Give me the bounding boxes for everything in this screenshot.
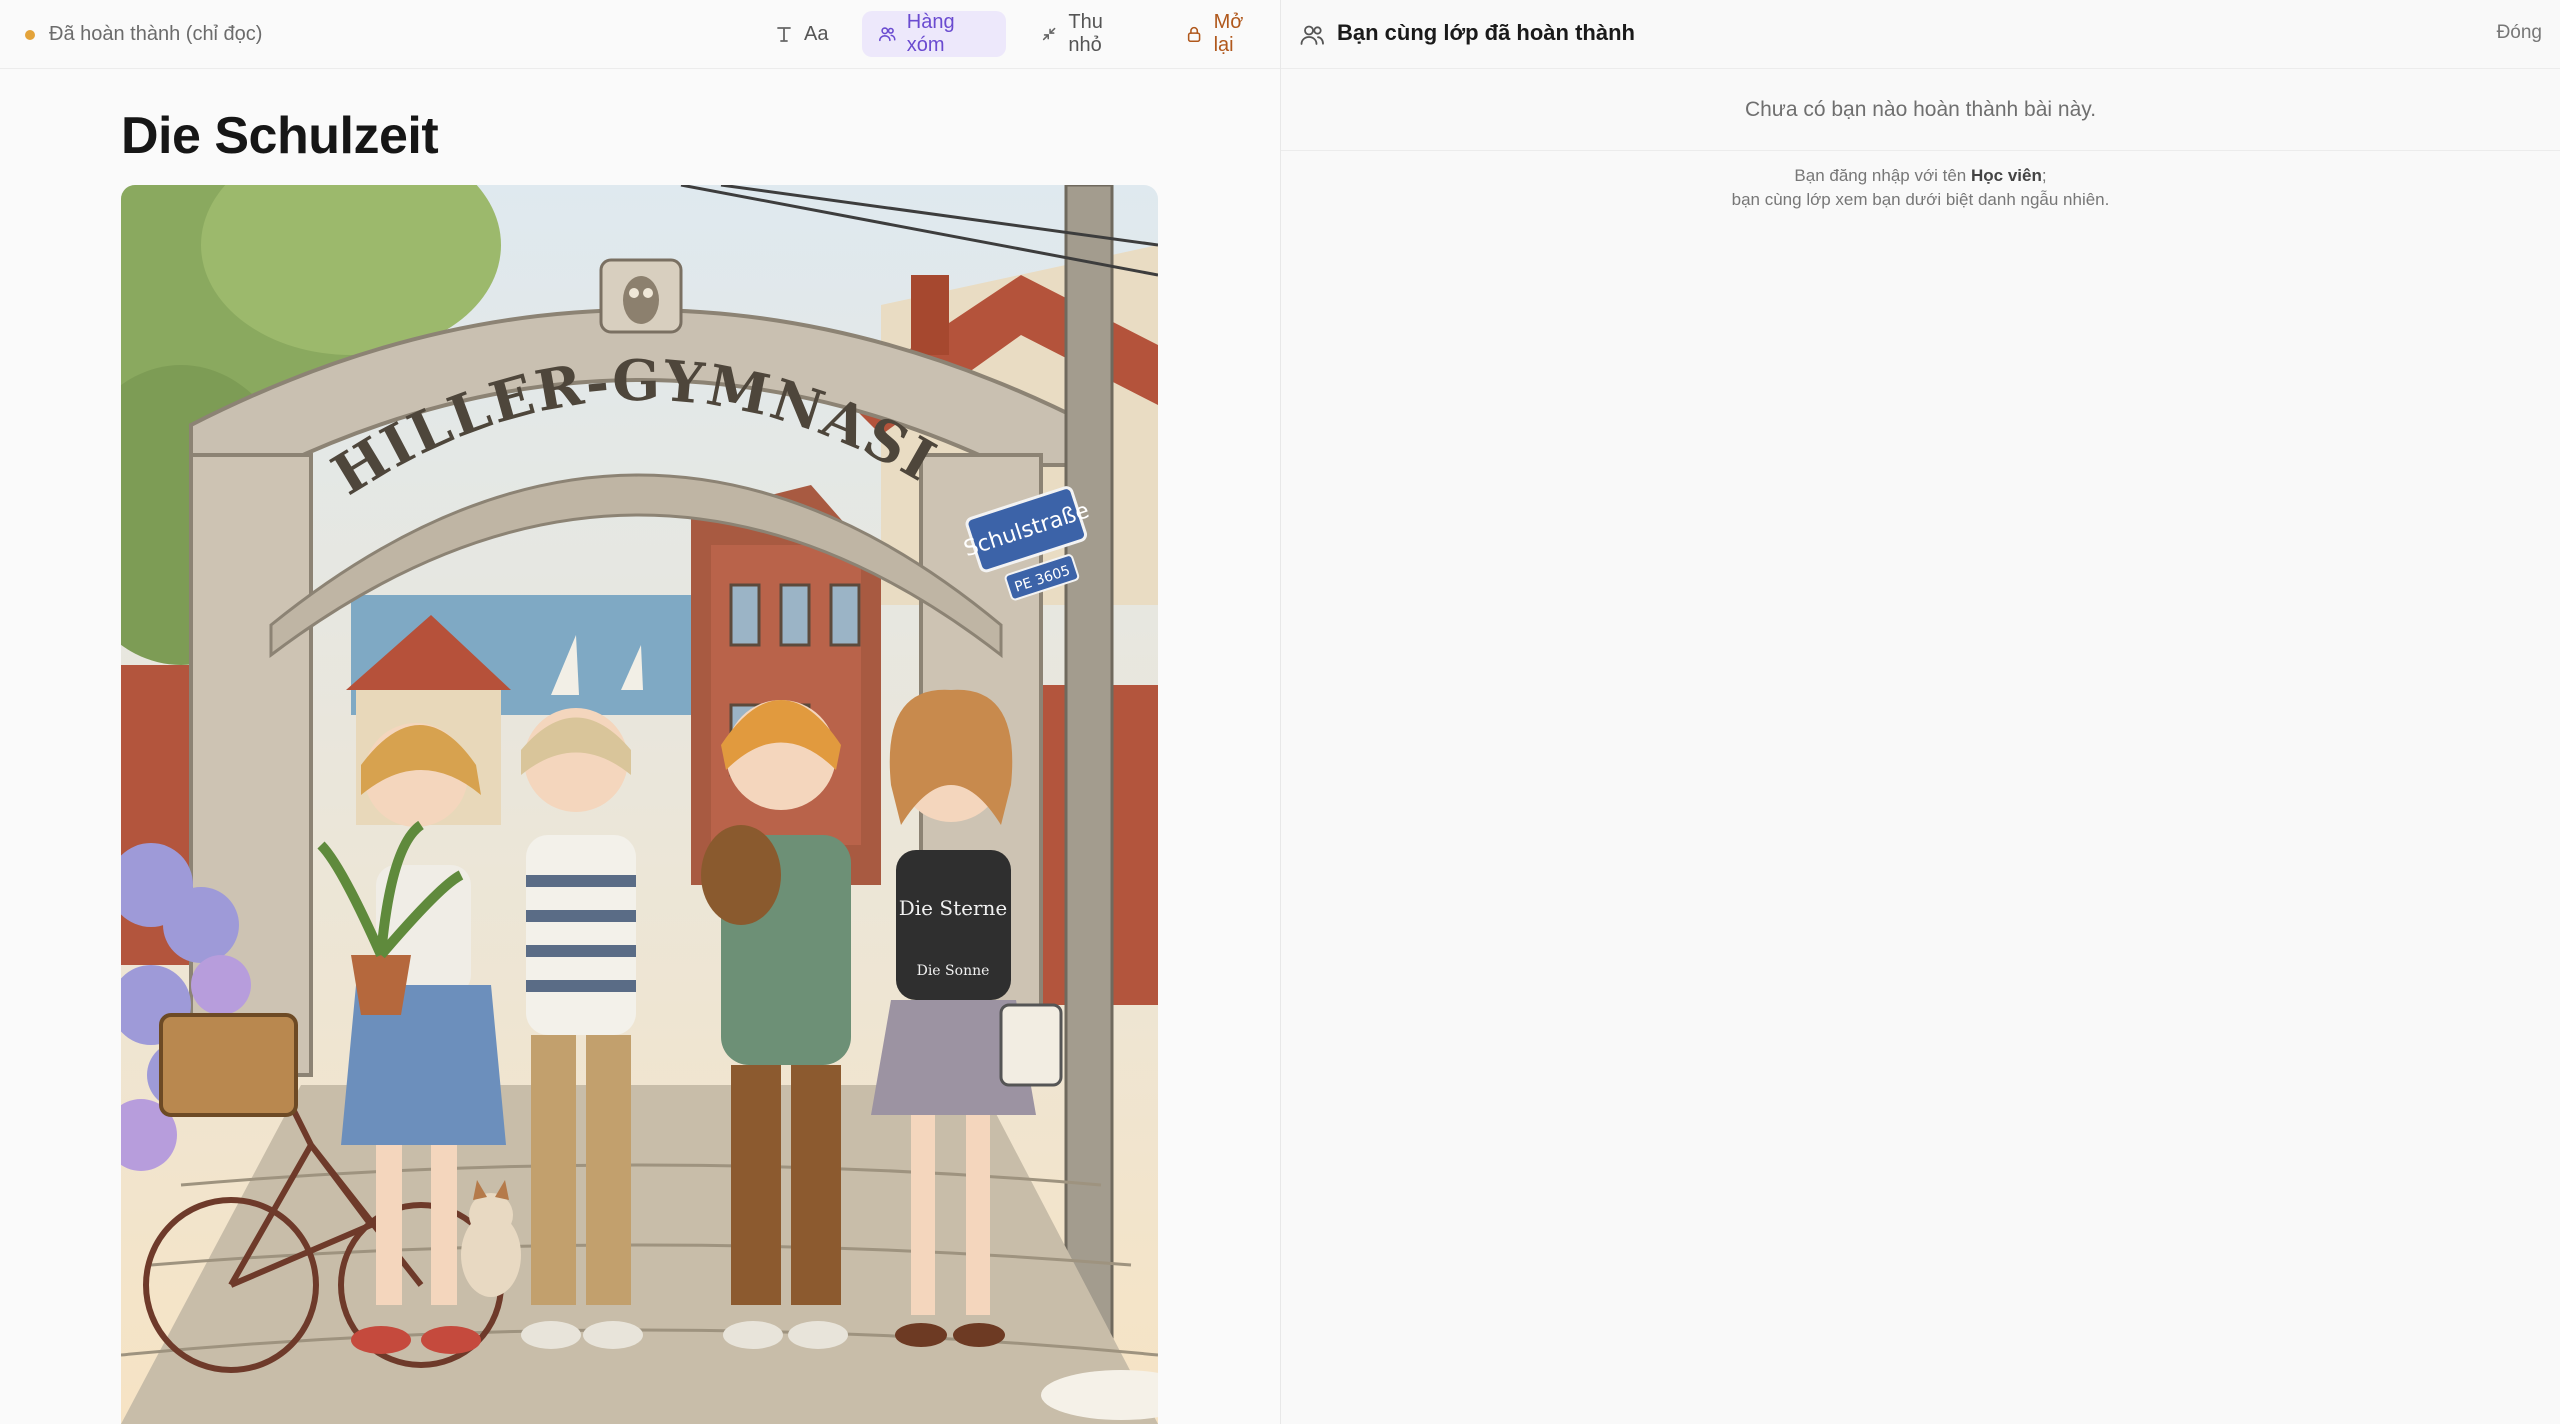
completion-status: Đã hoàn thành (chỉ đọc) xyxy=(25,0,262,69)
login-note-suffix: ; xyxy=(2041,166,2047,185)
login-note: Bạn đăng nhập với tên Học viên; bạn cùng… xyxy=(1281,164,2560,212)
reader-pane: Đã hoàn thành (chỉ đọc) Aa Hàng xóm Thu … xyxy=(0,0,1280,1424)
document-content: Die Schulzeit HILLER-GYMNASI Schulstraße… xyxy=(121,100,1158,1424)
lock-icon xyxy=(1188,26,1201,43)
svg-text:Die Sterne: Die Sterne xyxy=(899,896,1007,920)
people-icon xyxy=(879,27,896,42)
close-button[interactable]: Đóng xyxy=(2497,22,2542,44)
svg-text:Die Sonne: Die Sonne xyxy=(917,963,990,979)
document-title: Die Schulzeit xyxy=(121,107,439,165)
text-size-icon xyxy=(777,27,791,42)
classmates-panel: Bạn cùng lớp đã hoàn thành Đóng Chưa có … xyxy=(1281,0,2560,1424)
login-name: Học viên xyxy=(1970,166,2042,185)
minimize-button[interactable]: Thu nhỏ xyxy=(1024,11,1151,57)
school-illustration: SCHILLER-GYMNASIUM Schulstraße PE 3605 xyxy=(121,185,1158,1424)
minimize-label: Thu nhỏ xyxy=(1068,11,1103,56)
neighbors-button[interactable]: Hàng xóm xyxy=(862,11,1007,57)
login-note-line1: Bạn đăng nhập với tên Học viên; xyxy=(1281,164,2560,188)
illustration-canvas: SCHILLER-GYMNASIUM Schulstraße PE 3605 xyxy=(121,185,1158,1424)
neighbors-label: Hàng xóm xyxy=(906,11,955,56)
classmates-header: Bạn cùng lớp đã hoàn thành Đóng xyxy=(1281,0,2560,69)
panel-title: Bạn cùng lớp đã hoàn thành xyxy=(1337,20,1635,45)
toolbar-actions: Aa Hàng xóm Thu nhỏ Mở lại xyxy=(758,11,1280,57)
font-size-button[interactable]: Aa xyxy=(758,11,844,57)
status-text: Đã hoàn thành (chỉ đọc) xyxy=(49,23,263,45)
reopen-button[interactable]: Mở lại xyxy=(1169,11,1280,57)
login-note-prefix: Bạn đăng nhập với tên xyxy=(1794,166,1971,185)
minimize-icon xyxy=(1042,27,1056,41)
app-window: Đã hoàn thành (chỉ đọc) Aa Hàng xóm Thu … xyxy=(0,0,2560,1424)
reader-toolbar: Đã hoàn thành (chỉ đọc) Aa Hàng xóm Thu … xyxy=(0,0,1280,69)
status-dot xyxy=(25,29,35,40)
login-note-line2: bạn cùng lớp xem bạn dưới biệt danh ngẫu… xyxy=(1731,190,2110,209)
font-size-label: Aa xyxy=(804,22,829,45)
empty-message: Chưa có bạn nào hoàn thành bài này. xyxy=(1281,69,2560,151)
reopen-label: Mở lại xyxy=(1213,11,1244,56)
people-icon xyxy=(1300,25,1324,45)
